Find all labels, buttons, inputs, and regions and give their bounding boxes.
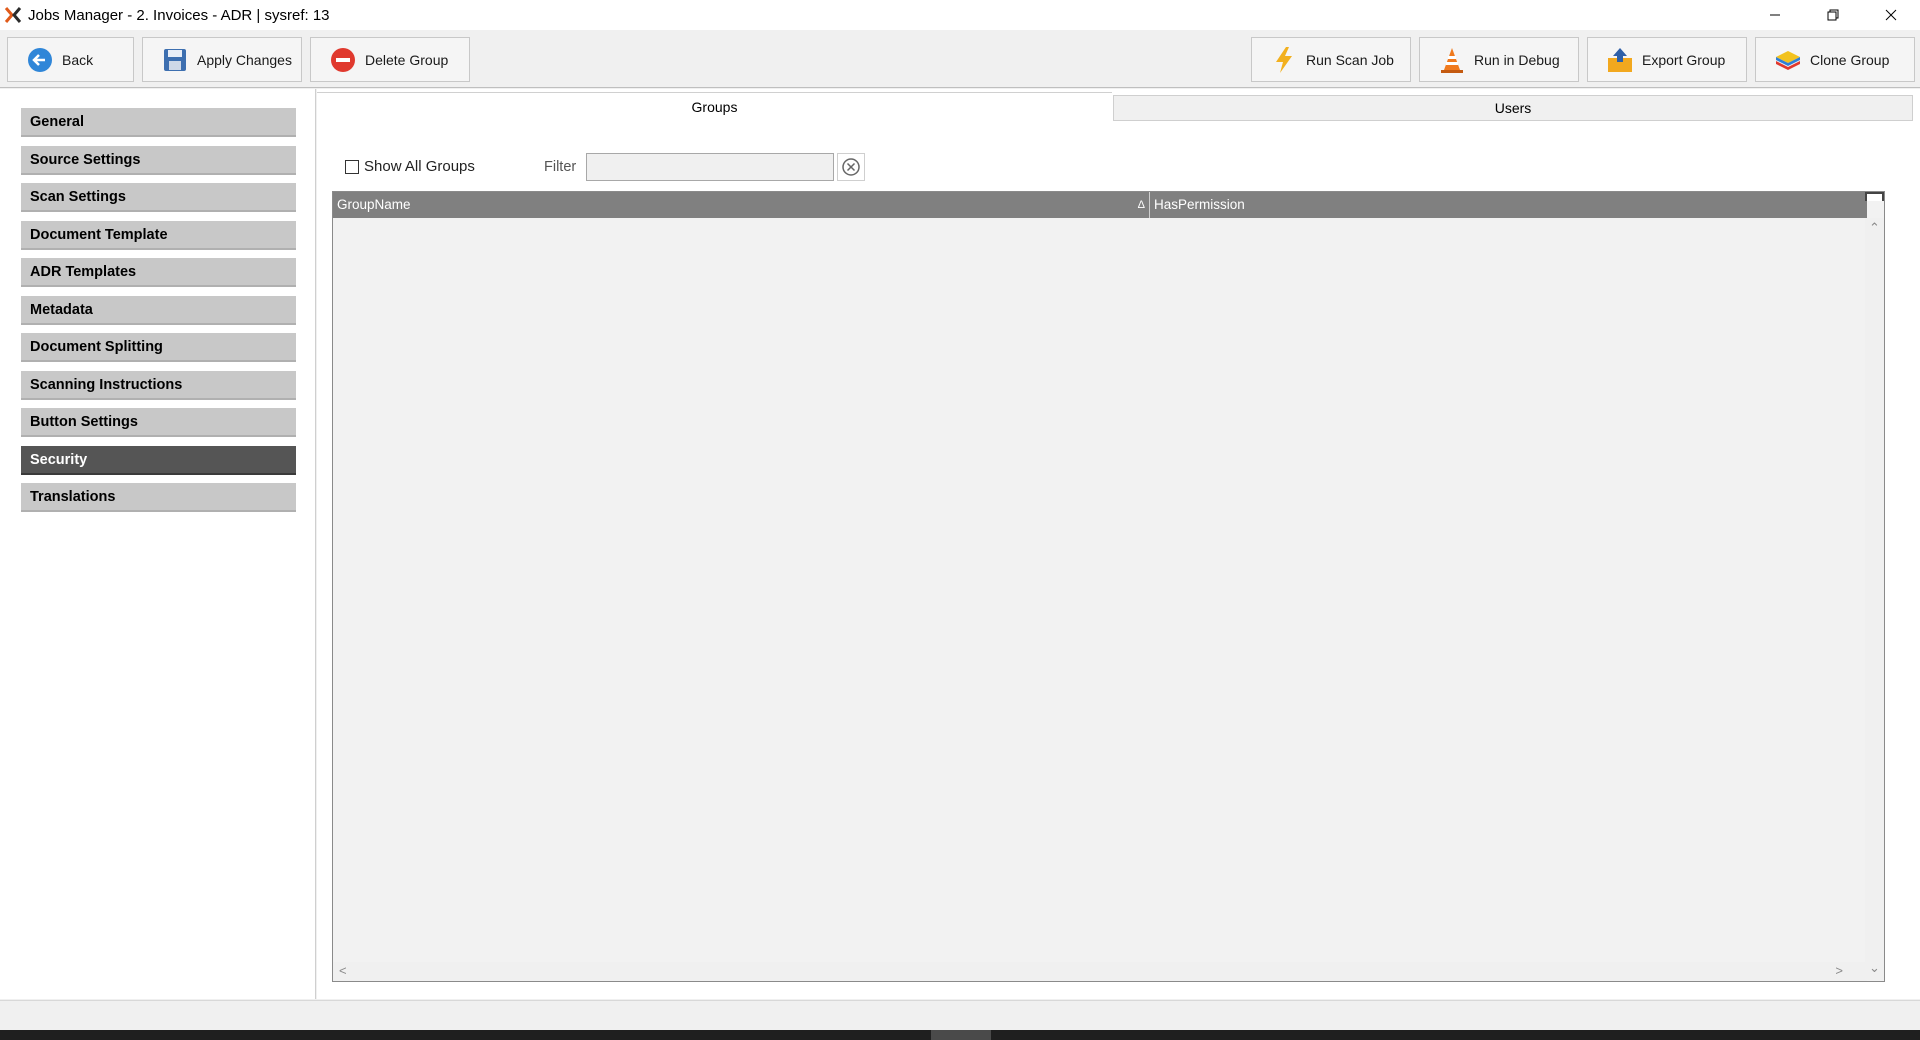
window-title: Jobs Manager - 2. Invoices - ADR | sysre… (28, 6, 330, 24)
delete-group-button[interactable]: Delete Group (310, 37, 470, 82)
vertical-scrollbar[interactable]: ⌃ ⌄ (1865, 218, 1884, 980)
apply-changes-button[interactable]: Apply Changes (142, 37, 302, 82)
tab-groups[interactable]: Groups (317, 92, 1112, 120)
run-in-debug-button[interactable]: Run in Debug (1419, 37, 1579, 82)
sidebar-item-metadata[interactable]: Metadata (21, 296, 296, 325)
sidebar-item-general[interactable]: General (21, 108, 296, 137)
layers-icon (1774, 46, 1802, 74)
sidebar-item-security[interactable]: Security (21, 446, 296, 475)
sidebar-item-scan-settings[interactable]: Scan Settings (21, 183, 296, 212)
scroll-left-icon[interactable]: < (339, 963, 347, 978)
security-panel: Groups Users Show All Groups Filter Grou… (317, 89, 1920, 999)
horizontal-scrollbar[interactable]: < > (333, 962, 1867, 981)
grid-corner (1865, 192, 1884, 201)
sidebar-item-source-settings[interactable]: Source Settings (21, 146, 296, 175)
lightning-icon (1270, 46, 1298, 74)
filter-input[interactable] (586, 153, 834, 181)
title-bar: Jobs Manager - 2. Invoices - ADR | sysre… (0, 0, 1920, 30)
checkbox-box[interactable] (345, 159, 359, 174)
taskbar-active-app[interactable] (931, 1030, 991, 1040)
column-header-haspermission[interactable]: HasPermission (1150, 192, 1865, 218)
export-group-button[interactable]: Export Group (1587, 37, 1747, 82)
groups-grid: GroupName Δ HasPermission ⌃ ⌄ < > (332, 191, 1885, 982)
sidebar-item-document-template[interactable]: Document Template (21, 221, 296, 250)
delete-minus-icon (329, 46, 357, 74)
settings-sidebar: General Source Settings Scan Settings Do… (0, 89, 316, 999)
grid-header: GroupName Δ HasPermission (333, 192, 1867, 218)
back-arrow-icon (26, 46, 54, 74)
clear-filter-icon[interactable] (837, 153, 865, 181)
close-icon[interactable] (1862, 0, 1920, 30)
minimize-icon[interactable] (1746, 0, 1804, 30)
toolbar: Back Apply Changes Delete Group Run Scan… (0, 30, 1920, 88)
sidebar-item-scanning-instructions[interactable]: Scanning Instructions (21, 371, 296, 400)
show-all-groups-checkbox[interactable]: Show All Groups (345, 158, 475, 175)
show-all-groups-label: Show All Groups (364, 158, 475, 175)
filter-label: Filter (544, 159, 577, 175)
sidebar-item-button-settings[interactable]: Button Settings (21, 408, 296, 437)
column-header-groupname[interactable]: GroupName Δ (333, 192, 1150, 218)
os-taskbar (0, 1030, 1920, 1040)
sort-ascending-icon: Δ (1137, 199, 1145, 211)
status-bar (0, 1000, 1920, 1030)
export-box-icon (1606, 46, 1634, 74)
run-scan-job-button[interactable]: Run Scan Job (1251, 37, 1411, 82)
sidebar-item-adr-templates[interactable]: ADR Templates (21, 258, 296, 287)
sidebar-item-document-splitting[interactable]: Document Splitting (21, 333, 296, 362)
app-logo-icon (2, 4, 24, 26)
scroll-down-icon[interactable]: ⌄ (1869, 960, 1880, 976)
tab-users[interactable]: Users (1113, 95, 1913, 121)
clone-group-button[interactable]: Clone Group (1755, 37, 1915, 82)
scroll-up-icon[interactable]: ⌃ (1869, 220, 1880, 236)
restore-icon[interactable] (1804, 0, 1862, 30)
scroll-right-icon[interactable]: > (1835, 963, 1843, 978)
sidebar-item-translations[interactable]: Translations (21, 483, 296, 512)
save-disk-icon (161, 46, 189, 74)
back-button[interactable]: Back (7, 37, 134, 82)
traffic-cone-icon (1438, 46, 1466, 74)
